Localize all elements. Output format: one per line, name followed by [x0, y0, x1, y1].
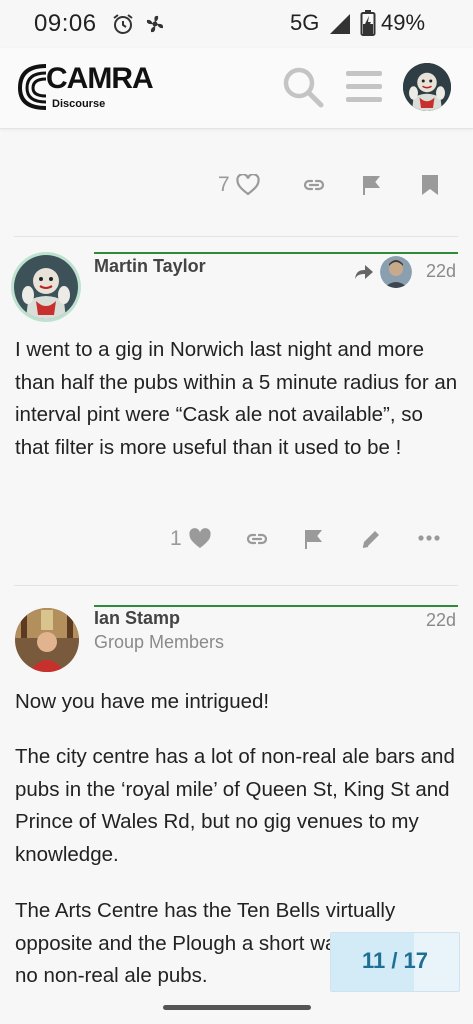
home-gesture-handle[interactable]	[163, 1005, 311, 1010]
flag-button[interactable]	[361, 174, 383, 196]
post-divider	[14, 236, 458, 237]
post-date[interactable]: 22d	[426, 610, 456, 631]
site-header: CAMRA Discourse	[0, 48, 473, 129]
logo-wordmark: CAMRA	[46, 62, 154, 95]
like-button[interactable]: 7	[218, 173, 260, 197]
flag-icon	[305, 530, 323, 549]
avatar[interactable]	[15, 608, 79, 672]
hamburger-icon[interactable]	[346, 70, 382, 102]
like-count: 1	[170, 527, 182, 550]
avatar-image	[403, 63, 451, 111]
system-nav-bar	[0, 992, 473, 1024]
copy-link-button[interactable]	[302, 175, 326, 195]
post-top-border	[94, 252, 458, 254]
heart-outline-icon	[236, 174, 260, 196]
site-logo[interactable]: CAMRA Discourse	[16, 62, 154, 114]
reply-arrow-icon	[355, 265, 373, 279]
heart-filled-icon	[189, 528, 211, 548]
battery-charging-icon	[360, 10, 376, 36]
progress-label: 11 / 17	[361, 948, 429, 973]
network-type: 5G	[290, 10, 320, 35]
like-count: 7	[218, 173, 230, 196]
bookmark-button[interactable]	[421, 174, 439, 196]
post-divider	[14, 585, 458, 586]
post-actions: 7	[0, 173, 473, 213]
link-icon	[303, 179, 325, 191]
post-username[interactable]: Martin Taylor	[94, 256, 206, 277]
avatar-image	[14, 255, 78, 319]
user-title: Group Members	[94, 632, 225, 652]
ellipsis-icon	[418, 535, 440, 541]
pencil-icon	[362, 531, 379, 548]
fan-icon	[146, 15, 164, 33]
copy-link-button[interactable]	[245, 529, 269, 549]
post-paragraph: Now you have me intrigued!	[15, 690, 270, 713]
reply-avatar	[380, 256, 412, 288]
more-options-button[interactable]	[418, 535, 440, 541]
post-paragraph: The city centre has a lot of non-real al…	[15, 745, 455, 866]
topic-stream: Real ale doesn't have to. 7 Martin	[0, 0, 473, 1024]
alarm-icon	[113, 14, 133, 34]
logo-subtext: Discourse	[52, 98, 106, 110]
like-button[interactable]: 1	[170, 527, 212, 551]
topic-progress[interactable]: 11 / 17	[330, 932, 460, 992]
status-bar: 09:06 5G 49%	[0, 0, 473, 48]
flag-icon	[363, 176, 381, 195]
post-date[interactable]: 22d	[426, 261, 456, 282]
post-paragraph: I went to a gig in Norwich last night an…	[15, 338, 458, 459]
search-icon[interactable]	[282, 66, 324, 108]
user-avatar[interactable]	[403, 63, 451, 111]
avatar[interactable]	[14, 255, 78, 319]
edit-button[interactable]	[360, 528, 382, 550]
reply-to-indicator[interactable]	[354, 256, 412, 288]
flag-button[interactable]	[303, 528, 325, 550]
battery-percent: 49%	[381, 10, 426, 35]
post-top-border	[94, 605, 458, 607]
avatar-image	[15, 608, 79, 672]
bookmark-icon	[422, 175, 438, 195]
camra-logo-icon	[17, 64, 47, 110]
signal-icon	[330, 14, 350, 34]
post-username[interactable]: Ian Stamp	[94, 608, 180, 629]
post-actions: 1	[0, 527, 473, 567]
status-time: 09:06	[34, 10, 97, 37]
link-icon	[246, 533, 268, 545]
